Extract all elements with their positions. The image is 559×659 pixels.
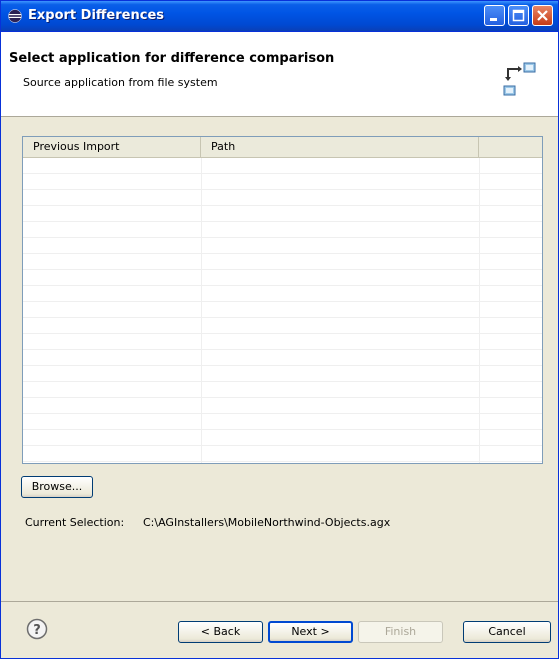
table-row[interactable] [23,414,542,430]
export-differences-dialog: Export Differences Select application fo… [0,0,559,659]
table-row[interactable] [23,446,542,462]
finish-button[interactable]: Finish [358,621,443,643]
wizard-header: Select application for difference compar… [1,32,558,117]
table-row[interactable] [23,206,542,222]
current-selection: Current Selection: C:\AGInstallers\Mobile… [25,516,390,529]
back-button[interactable]: < Back [178,621,263,643]
minimize-icon [490,18,497,21]
minimize-button[interactable] [484,5,505,26]
table-row[interactable] [23,222,542,238]
table-row[interactable] [23,382,542,398]
previous-imports-table[interactable]: Previous Import Path [22,136,543,464]
compare-icon [503,62,536,96]
help-icon[interactable]: ? [26,618,48,640]
table-row[interactable] [23,238,542,254]
table-row[interactable] [23,190,542,206]
column-header-path[interactable]: Path [201,137,479,157]
page-subtitle: Source application from file system [23,76,218,89]
table-row[interactable] [23,286,542,302]
maximize-button[interactable] [508,5,529,26]
table-body [23,158,542,462]
table-row[interactable] [23,302,542,318]
table-row[interactable] [23,430,542,446]
close-button[interactable] [532,5,553,26]
eclipse-icon [8,9,22,23]
table-row[interactable] [23,254,542,270]
maximize-icon [512,9,525,22]
browse-button[interactable]: Browse... [21,476,93,498]
table-row[interactable] [23,270,542,286]
table-row[interactable] [23,350,542,366]
current-selection-label: Current Selection: [25,516,125,529]
table-row[interactable] [23,174,542,190]
page-title: Select application for difference compar… [9,51,335,66]
close-icon [537,10,548,21]
divider [1,601,558,602]
current-selection-value: C:\AGInstallers\MobileNorthwind-Objects.… [143,516,391,529]
table-row[interactable] [23,158,542,174]
next-button[interactable]: Next > [268,621,353,643]
window-title: Export Differences [28,8,164,23]
table-row[interactable] [23,318,542,334]
table-row[interactable] [23,334,542,350]
table-header: Previous Import Path [23,137,542,158]
column-header-previous-import[interactable]: Previous Import [23,137,201,157]
cancel-button[interactable]: Cancel [463,621,551,643]
title-bar[interactable]: Export Differences [1,1,558,32]
column-header-empty[interactable] [479,137,542,157]
svg-text:?: ? [33,623,41,638]
table-row[interactable] [23,398,542,414]
table-row[interactable] [23,366,542,382]
